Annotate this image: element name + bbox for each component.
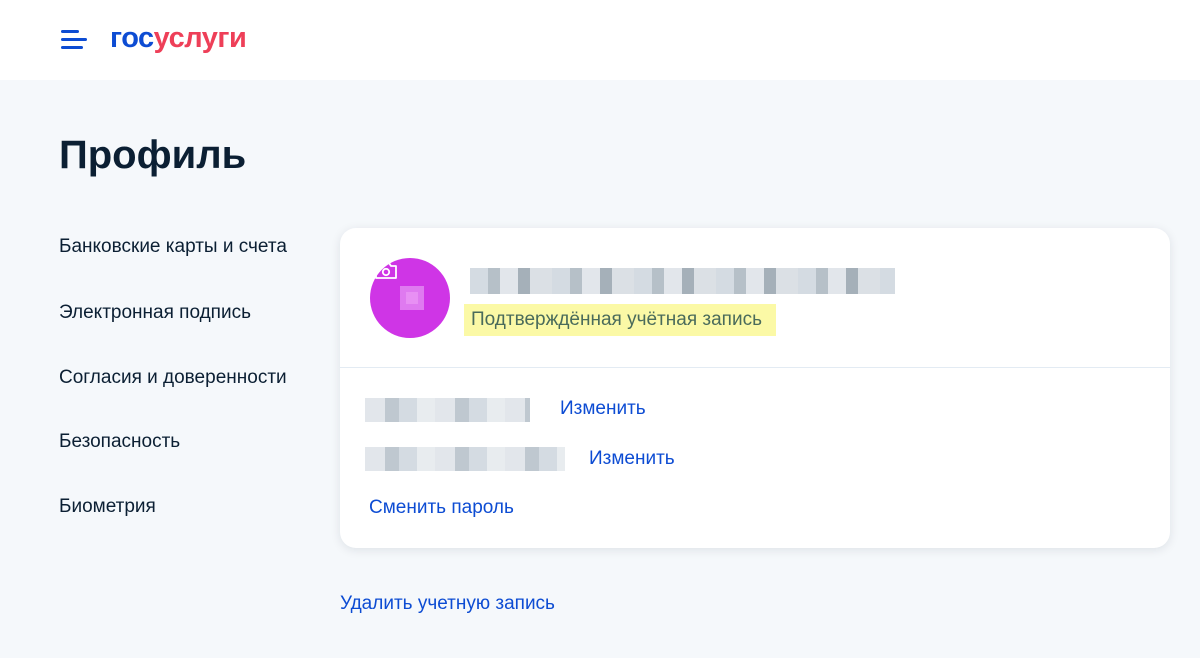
sidebar-item-biometrics[interactable]: Биометрия — [59, 496, 156, 518]
phone-redacted — [365, 398, 530, 422]
logo-part-gos: гос — [110, 22, 154, 54]
sidebar-item-security[interactable]: Безопасность — [59, 431, 180, 453]
card-divider — [340, 367, 1170, 368]
menu-icon[interactable] — [61, 28, 87, 52]
delete-account-link[interactable]: Удалить учетную запись — [340, 593, 555, 615]
avatar-initials-blur-inner — [406, 292, 418, 304]
change-phone-link[interactable]: Изменить — [560, 398, 646, 420]
change-email-link[interactable]: Изменить — [589, 448, 675, 470]
user-name-redacted — [470, 268, 895, 294]
logo[interactable]: госуслуги — [110, 22, 247, 55]
email-redacted — [365, 447, 565, 471]
account-status-badge: Подтверждённая учётная запись — [464, 304, 776, 336]
sidebar-item-consents[interactable]: Согласия и доверенности — [59, 367, 287, 389]
logo-part-uslugi: услуги — [153, 22, 247, 54]
sidebar-item-electronic-signature[interactable]: Электронная подпись — [59, 302, 251, 324]
sidebar-item-bank-cards[interactable]: Банковские карты и счета — [59, 236, 287, 258]
page-title: Профиль — [59, 133, 247, 177]
header: госуслуги — [0, 0, 1200, 80]
camera-icon[interactable] — [374, 262, 398, 280]
change-password-link[interactable]: Сменить пароль — [369, 497, 514, 519]
profile-card: Подтверждённая учётная запись Изменить И… — [340, 228, 1170, 548]
